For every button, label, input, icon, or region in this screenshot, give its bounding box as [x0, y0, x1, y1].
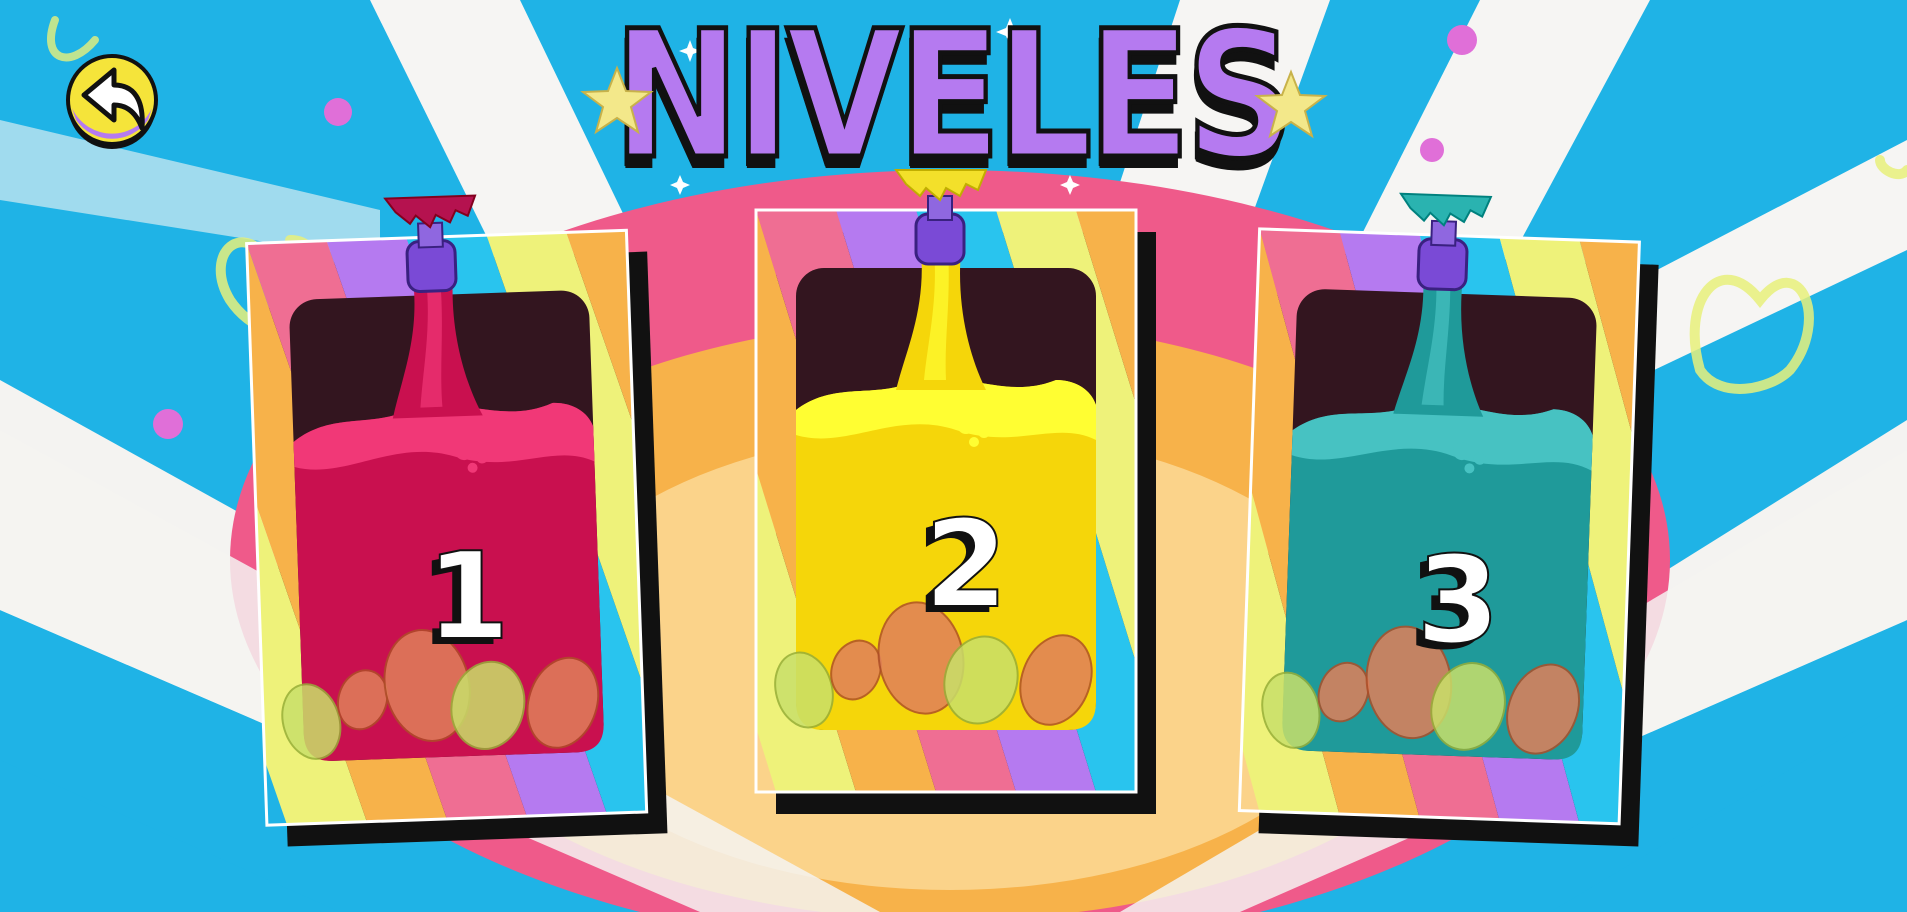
level-number-1: 1 [425, 528, 511, 667]
page-title: NIVELES [611, 0, 1297, 198]
back-arrow-icon [66, 54, 158, 149]
level-card-3[interactable]: 3 [1237, 192, 1668, 876]
star-icon [580, 65, 654, 135]
level-card-1[interactable]: 1 [245, 194, 678, 876]
level-number-3: 3 [1415, 532, 1501, 671]
back-button[interactable] [64, 50, 162, 152]
star-icon [1254, 69, 1328, 139]
level-number-2: 2 [923, 496, 1009, 635]
level-card-2[interactable]: 2 [754, 169, 1176, 850]
